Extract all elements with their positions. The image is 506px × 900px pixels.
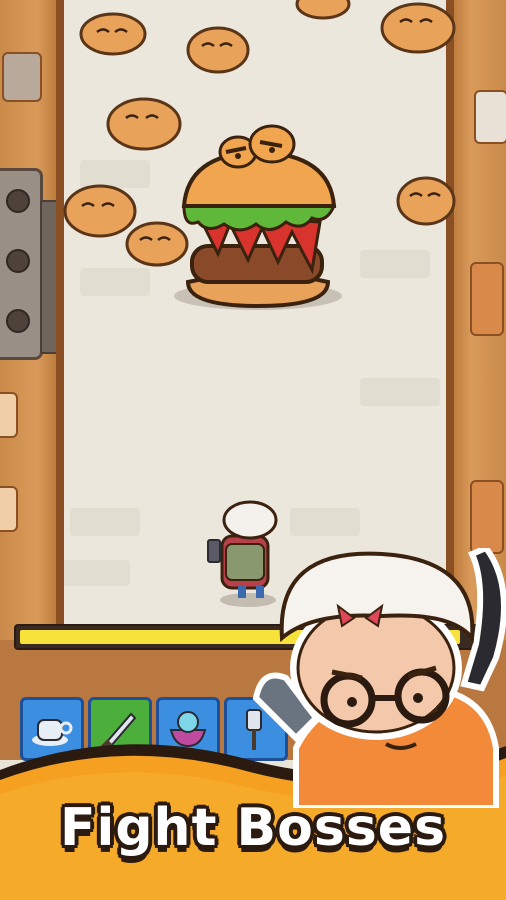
bun-enemy[interactable] — [380, 2, 456, 54]
bun-enemy[interactable] — [396, 176, 456, 226]
bun-enemy[interactable] — [106, 97, 182, 151]
grandma-portrait — [252, 548, 506, 808]
bun-enemy[interactable] — [295, 0, 351, 20]
game-scene: 6000 — [0, 0, 506, 900]
banner-title: Fight Bosses — [59, 798, 447, 858]
bun-enemy[interactable] — [125, 221, 189, 267]
burger-boss[interactable] — [174, 124, 342, 310]
bun-enemy[interactable] — [63, 184, 137, 238]
bun-enemy[interactable] — [186, 26, 250, 74]
enemies-layer — [63, 0, 456, 607]
bun-enemy[interactable] — [79, 12, 147, 56]
